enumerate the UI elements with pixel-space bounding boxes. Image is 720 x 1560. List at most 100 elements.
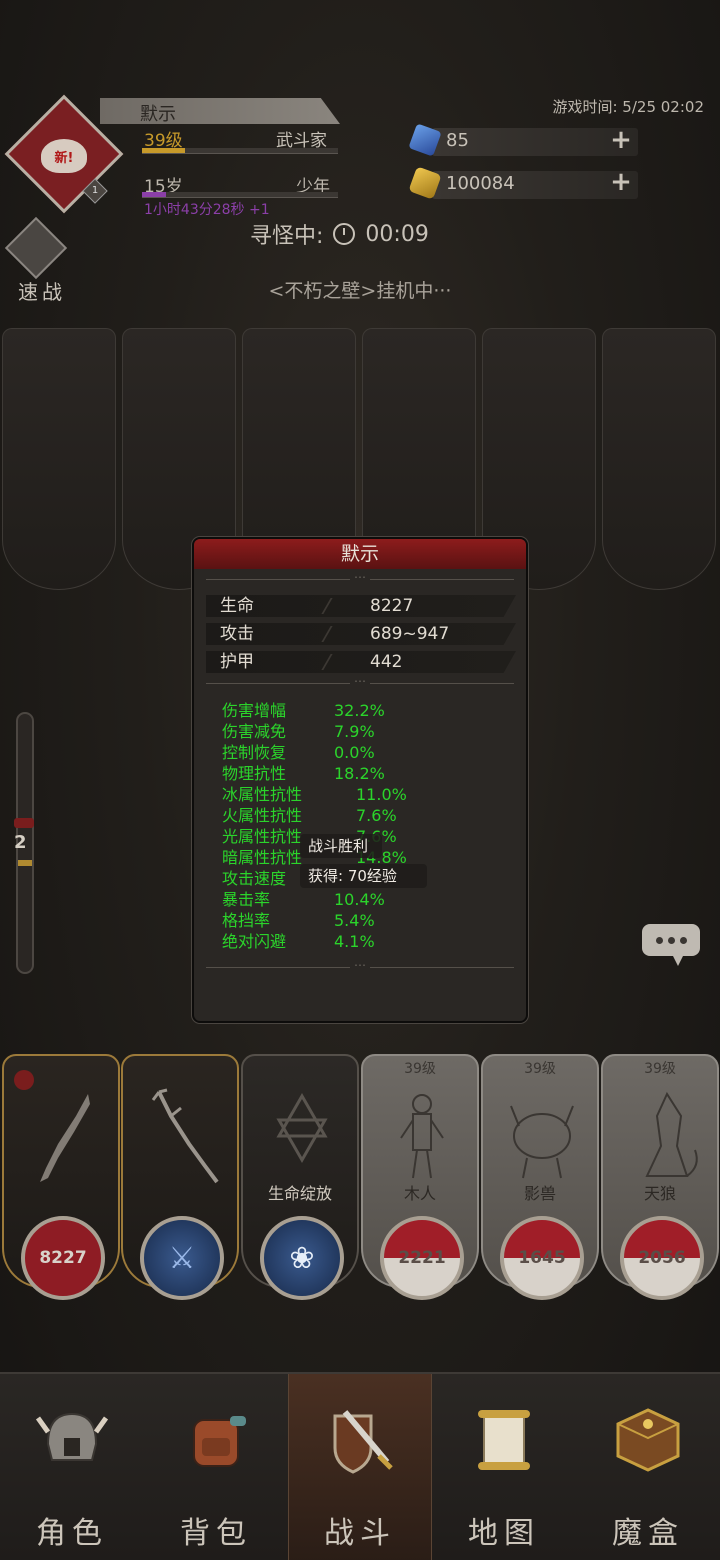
reward-toast: 获得: 70经验 xyxy=(300,864,427,888)
extra-stat-label: 光属性抗性 xyxy=(222,827,303,846)
stat-row-hp: 生命 8227 xyxy=(206,595,516,617)
enemy-hp: 2221 xyxy=(398,1248,446,1268)
enemy-card[interactable]: 39级 木人 2221 xyxy=(361,1054,479,1300)
nav-backpack[interactable]: 背包 xyxy=(144,1374,288,1560)
extra-stat-row: 暴击率 10.4% xyxy=(222,890,385,910)
chat-dot-icon xyxy=(667,936,675,944)
nav-label: 战斗 xyxy=(324,1516,396,1551)
add-gems-button[interactable]: + xyxy=(610,127,632,153)
hexagram-icon xyxy=(276,1092,328,1164)
extra-stat-row: 物理抗性 18.2% xyxy=(222,764,385,784)
nav-label: 地图 xyxy=(468,1516,540,1551)
stat-label: 攻击 xyxy=(220,624,254,644)
extra-stat-label: 格挡率 xyxy=(222,911,271,930)
extra-stat-row: 绝对闪避 4.1% xyxy=(222,932,375,952)
sword-shield-icon xyxy=(333,1410,393,1474)
enemy-name: 影兽 xyxy=(523,1184,556,1203)
character-stats-panel[interactable]: 默示 生命 8227 攻击 689~947 护甲 442 伤害增幅32.2%伤害… xyxy=(192,537,528,1023)
wave-gauge-fill xyxy=(18,860,32,866)
battle-victory-toast: 战斗胜利 xyxy=(300,834,383,858)
extra-stat-label: 控制恢复 xyxy=(222,743,287,762)
battle-slot-1[interactable] xyxy=(2,328,116,590)
helmet-icon xyxy=(36,1412,108,1461)
avatar-face-icon: 新! xyxy=(41,139,87,173)
chat-dot-icon xyxy=(655,936,663,944)
nav-battle[interactable]: 战斗 xyxy=(288,1374,432,1560)
dagger-icon xyxy=(40,1094,90,1182)
enemy-name: 木人 xyxy=(403,1184,436,1203)
stat-value: 442 xyxy=(370,652,403,672)
extra-stat-value: 10.4% xyxy=(334,890,385,909)
gold-count: 100084 xyxy=(446,173,515,194)
name-banner xyxy=(100,98,340,124)
life-bloom-icon: ❀ xyxy=(289,1240,315,1276)
stat-value: 689~947 xyxy=(370,624,450,644)
sword-skill-icon: ⚔ xyxy=(168,1240,196,1276)
avatar-new-badge: 新! xyxy=(54,150,74,166)
stat-value: 8227 xyxy=(370,596,414,616)
extra-stat-row: 暗属性抗性 14.8% xyxy=(222,848,407,868)
enemy-card[interactable]: 39级 天狼 2056 xyxy=(601,1054,719,1300)
enemy-hp-orb: 2056 xyxy=(620,1216,704,1300)
extra-stat-row: 火属性抗性 7.6% xyxy=(222,806,397,826)
extra-stat-row: 格挡率 5.4% xyxy=(222,911,375,931)
extra-stat-label: 攻击速度 xyxy=(222,869,287,888)
gem-count: 85 xyxy=(446,130,469,151)
extra-stat-label: 绝对闪避 xyxy=(222,932,287,951)
enemy-card[interactable]: 39级 影兽 1645 xyxy=(481,1054,599,1300)
wave-gauge-value: 2 xyxy=(14,832,27,853)
enemy-level: 39级 xyxy=(644,1061,676,1077)
extra-stat-value: 18.2% xyxy=(334,764,385,783)
extra-stat-label: 冰属性抗性 xyxy=(222,785,303,804)
stat-label: 护甲 xyxy=(220,652,254,672)
clock-icon xyxy=(333,223,356,245)
hero-card[interactable]: 8227 xyxy=(2,1054,120,1300)
player-name: 默示 xyxy=(140,104,176,125)
extra-stat-label: 火属性抗性 xyxy=(222,806,303,825)
extra-stat-row: 伤害增幅 32.2% xyxy=(222,701,385,721)
nav-label: 魔盒 xyxy=(612,1516,684,1551)
stat-row-attack: 攻击 689~947 xyxy=(206,623,516,645)
extra-stat-value: 32.2% xyxy=(334,701,385,720)
backpack-icon xyxy=(193,1416,246,1467)
enemy-level: 39级 xyxy=(404,1061,436,1077)
extra-stat-value: 7.6% xyxy=(356,806,397,825)
hero-hp: 8227 xyxy=(39,1248,87,1268)
enemy-hp-orb: 2221 xyxy=(380,1216,464,1300)
skull-marker-icon xyxy=(14,818,34,828)
chat-dot-icon xyxy=(679,936,687,944)
extra-stat-label: 伤害增幅 xyxy=(222,701,287,720)
age-progress-fill xyxy=(142,192,166,197)
nav-magic-box[interactable]: 魔盒 xyxy=(576,1374,720,1560)
nav-map[interactable]: 地图 xyxy=(432,1374,576,1560)
panel-divider xyxy=(206,967,514,968)
enemy-hp: 2056 xyxy=(638,1248,686,1268)
nav-label: 背包 xyxy=(180,1516,252,1551)
battle-slot-6[interactable] xyxy=(602,328,716,590)
enemy-name: 天狼 xyxy=(643,1184,676,1203)
stat-row-armor: 护甲 442 xyxy=(206,651,516,673)
extra-stat-label: 暴击率 xyxy=(222,890,271,909)
level-progress-fill xyxy=(142,148,186,153)
extra-stat-row: 攻击速度 xyxy=(222,869,286,889)
stat-label: 生命 xyxy=(220,596,254,616)
skill-orb: ❀ xyxy=(260,1216,344,1300)
shadow-beast-icon xyxy=(510,1105,574,1179)
hero-hp-orb: 8227 xyxy=(21,1216,105,1300)
extra-stat-value: 0.0% xyxy=(334,743,375,762)
skill-card[interactable]: 生命绽放 ❀ xyxy=(241,1054,359,1300)
nav-label: 角色 xyxy=(36,1516,108,1551)
search-timer: 00:09 xyxy=(365,221,429,247)
weapon-card[interactable]: ⚔ xyxy=(121,1054,239,1300)
age-progress-bar xyxy=(142,192,338,198)
nav-character[interactable]: 角色 xyxy=(0,1374,144,1560)
add-gold-button[interactable]: + xyxy=(610,169,632,195)
extra-stat-label: 伤害减免 xyxy=(222,722,287,741)
game-time: 游戏时间: 5/25 02:02 xyxy=(552,98,704,116)
avatar[interactable]: 新! xyxy=(28,120,100,192)
sky-wolf-icon xyxy=(645,1091,698,1177)
chat-button[interactable] xyxy=(642,924,700,956)
extra-stat-row: 冰属性抗性 11.0% xyxy=(222,785,407,805)
panel-divider xyxy=(206,579,514,580)
level-progress-bar xyxy=(142,148,338,154)
